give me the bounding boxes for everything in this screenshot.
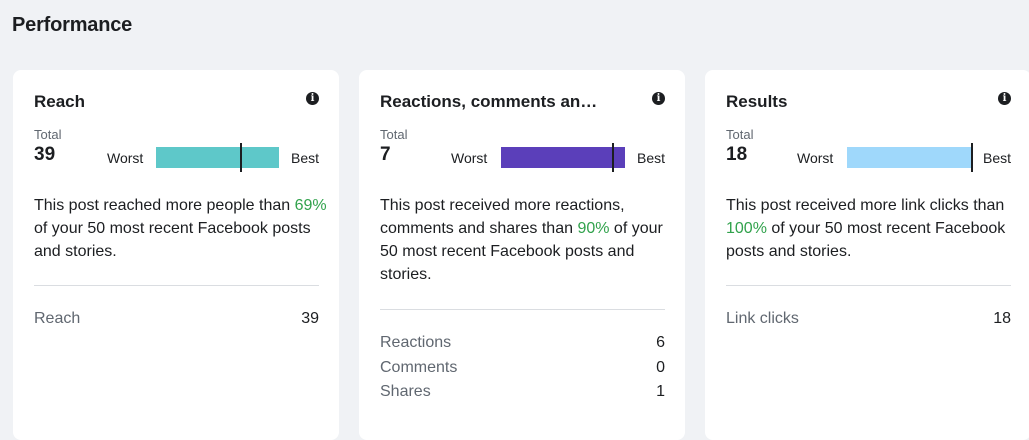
- metric-value: 18: [993, 310, 1011, 327]
- total-value: 39: [34, 144, 56, 165]
- info-icon[interactable]: i: [306, 92, 319, 105]
- metric-value: 39: [301, 310, 319, 327]
- description: This post received more reactions, comme…: [380, 197, 663, 283]
- metric-row: Shares 1: [380, 383, 665, 401]
- percentile-text: 90%: [577, 220, 610, 237]
- results-card: Results i Total 18 Worst Best This post …: [705, 70, 1029, 440]
- total-label: Total: [726, 127, 754, 142]
- percentile-marker: [240, 143, 242, 172]
- best-label: Best: [636, 150, 665, 166]
- metric-value: 0: [656, 359, 665, 376]
- card-title: Reach: [34, 92, 86, 111]
- percentile-bar: [501, 147, 625, 168]
- worst-label: Worst: [797, 150, 834, 166]
- worst-label: Worst: [107, 150, 144, 166]
- metric-row: Comments 0: [380, 359, 665, 377]
- metric-label: Shares: [380, 383, 431, 400]
- percentile-marker: [612, 143, 614, 172]
- total-label: Total: [380, 127, 408, 142]
- metric-label: Reach: [34, 310, 81, 327]
- percentile-marker: [971, 143, 973, 172]
- best-label: Best: [290, 150, 319, 166]
- description: This post received more link clicks than…: [726, 197, 1006, 260]
- total-value: 18: [726, 144, 748, 165]
- metric-value: 6: [656, 334, 665, 351]
- total-value: 7: [380, 144, 391, 165]
- info-icon[interactable]: i: [998, 92, 1011, 105]
- info-icon[interactable]: i: [652, 92, 665, 105]
- percentile-bar: [847, 147, 973, 168]
- total-label: Total: [34, 127, 62, 142]
- metric-row: Reactions 6: [380, 334, 665, 352]
- metric-row: Reach 39: [34, 310, 319, 328]
- metric-value: 1: [656, 383, 665, 400]
- reactions-card: Reactions, comments an… i Total 7 Worst …: [359, 70, 685, 440]
- metric-label: Comments: [380, 359, 458, 376]
- card-title: Reactions, comments an…: [380, 92, 598, 111]
- percentile-text: 100%: [726, 220, 767, 237]
- percentile-text: 69%: [294, 197, 327, 214]
- divider: [726, 285, 1011, 286]
- metric-label: Link clicks: [726, 310, 799, 327]
- section-title: Performance: [12, 14, 133, 36]
- metric-label: Reactions: [380, 334, 452, 351]
- worst-label: Worst: [451, 150, 488, 166]
- percentile-bar: [156, 147, 279, 168]
- divider: [34, 285, 319, 286]
- description: This post reached more people than 69% o…: [34, 197, 327, 260]
- best-label: Best: [982, 150, 1011, 166]
- metric-row: Link clicks 18: [726, 310, 1011, 328]
- divider: [380, 309, 665, 310]
- reach-card: Reach i Total 39 Worst Best This post re…: [13, 70, 339, 440]
- card-title: Results: [726, 92, 788, 111]
